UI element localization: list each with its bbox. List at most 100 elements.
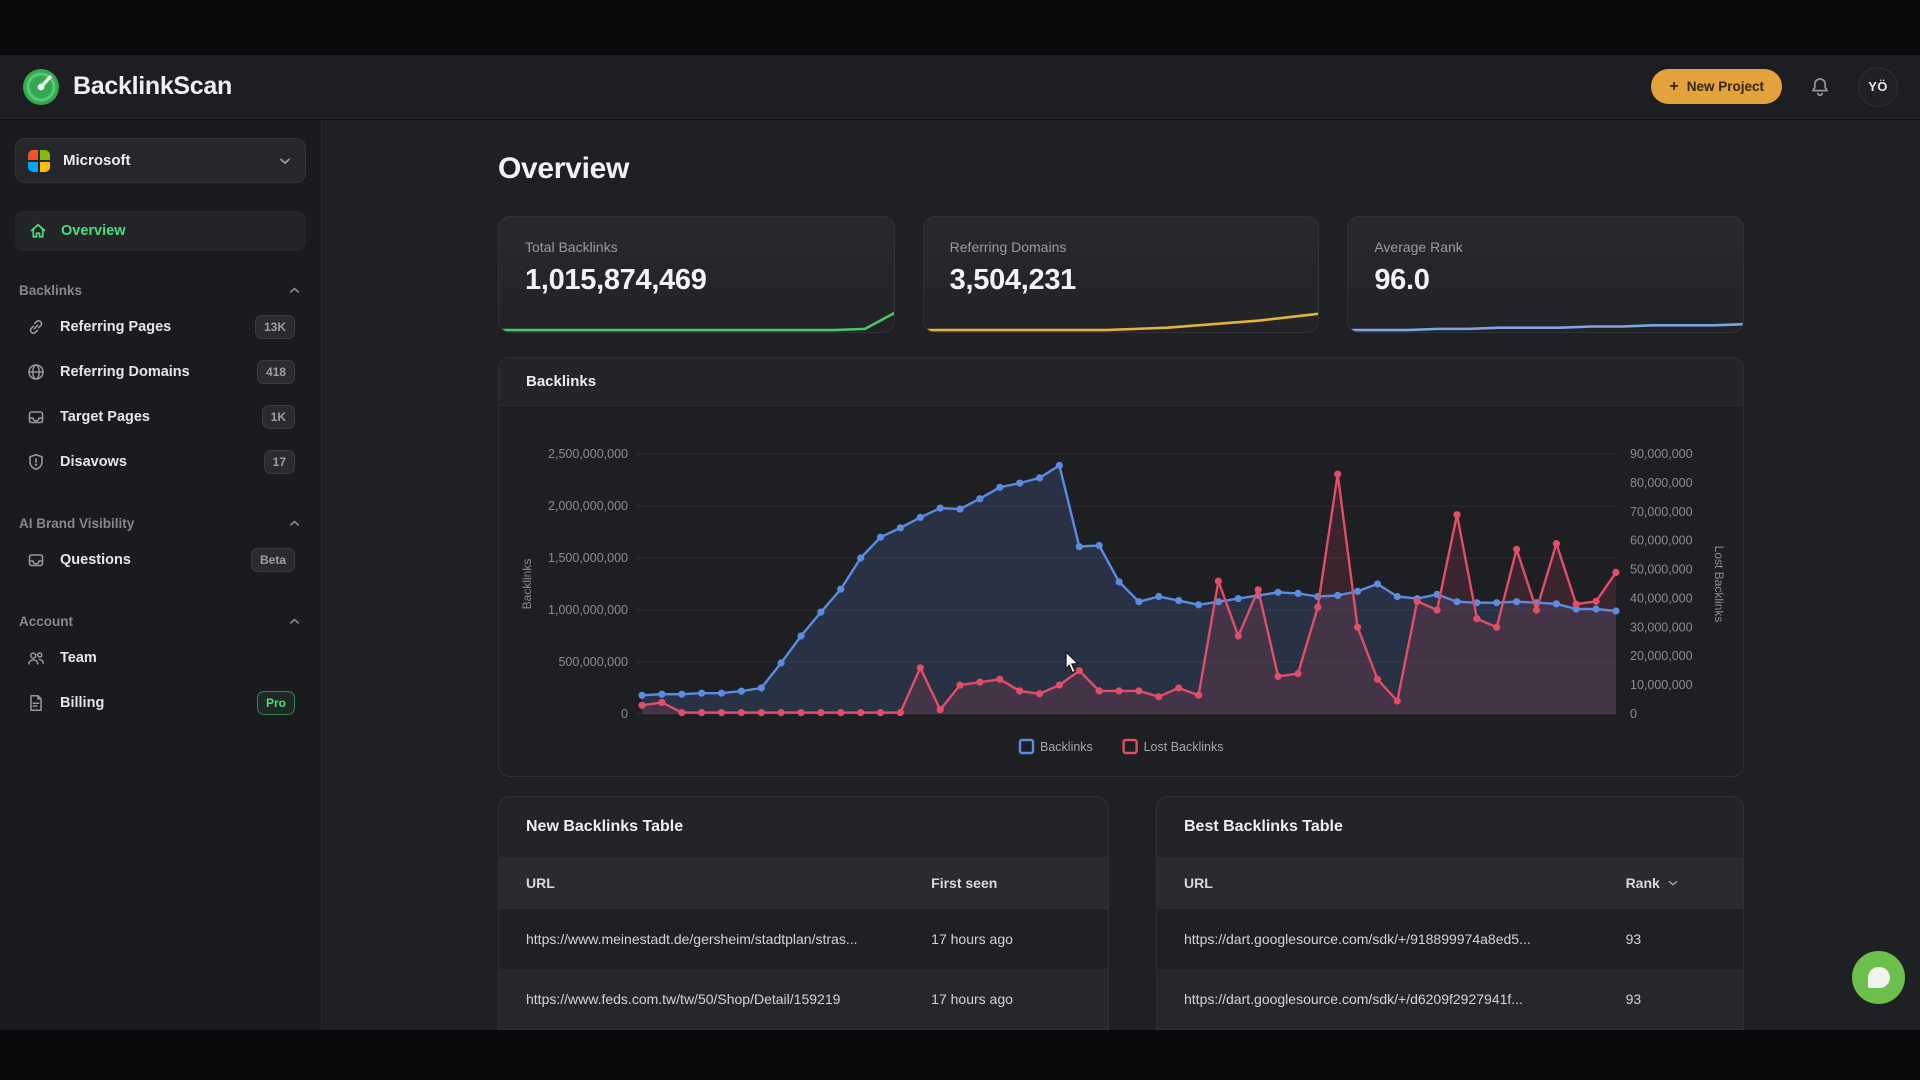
stat-value: 96.0 (1374, 264, 1717, 297)
first-seen-cell: 17 hours ago (931, 991, 1081, 1007)
plus-icon: + (1669, 78, 1678, 96)
stat-value: 1,015,874,469 (525, 264, 868, 297)
beta-badge: Beta (251, 548, 295, 572)
table-header-row: URL First seen (499, 857, 1108, 909)
svg-text:2,000,000,000: 2,000,000,000 (548, 499, 628, 513)
svg-text:20,000,000: 20,000,000 (1630, 649, 1693, 663)
chevron-up-icon (287, 283, 302, 298)
stat-card-referring-domains: Referring Domains 3,504,231 (923, 216, 1320, 333)
shield-alert-icon (26, 452, 46, 472)
svg-text:Lost Backlinks: Lost Backlinks (1144, 740, 1224, 754)
svg-text:Backlinks: Backlinks (1040, 740, 1093, 754)
chat-widget-button[interactable] (1852, 951, 1905, 1004)
svg-text:30,000,000: 30,000,000 (1630, 620, 1693, 634)
page-title: Overview (498, 152, 1744, 186)
url-cell[interactable]: https://www.meinestadt.de/gersheim/stadt… (526, 931, 931, 947)
invoice-icon (26, 693, 46, 713)
backlinkscan-app: BacklinkScan + New Project YÖ Microsoft (0, 0, 1920, 1080)
table-row[interactable]: https://dart.googlesource.com/sdk/+/9188… (1157, 909, 1743, 969)
rank-cell: 93 (1626, 991, 1716, 1007)
count-badge: 17 (264, 450, 295, 474)
brand-logo-icon (22, 68, 60, 106)
column-header-first-seen: First seen (931, 875, 1081, 891)
table-title: Best Backlinks Table (1157, 797, 1743, 857)
svg-text:40,000,000: 40,000,000 (1630, 591, 1693, 605)
count-badge: 1K (262, 405, 295, 429)
stat-card-total-backlinks: Total Backlinks 1,015,874,469 (498, 216, 895, 333)
svg-text:500,000,000: 500,000,000 (558, 655, 628, 669)
sidebar-item-referring-domains[interactable]: Referring Domains 418 (15, 349, 306, 394)
count-badge: 13K (255, 315, 295, 339)
svg-text:80,000,000: 80,000,000 (1630, 476, 1693, 490)
new-backlinks-table: New Backlinks Table URL First seen https… (498, 796, 1109, 1030)
sidebar-section-account[interactable]: Account (15, 614, 306, 629)
chat-bubble-icon (1868, 967, 1890, 988)
sidebar-item-billing[interactable]: Billing Pro (15, 680, 306, 725)
sidebar-item-overview[interactable]: Overview (15, 211, 306, 251)
bottom-letterbox (0, 1030, 1920, 1080)
stat-label: Total Backlinks (525, 239, 868, 255)
count-badge: 418 (257, 360, 295, 384)
stat-label: Referring Domains (950, 239, 1293, 255)
new-project-button[interactable]: + New Project (1651, 69, 1782, 104)
svg-text:0: 0 (1630, 707, 1637, 721)
svg-text:1,000,000,000: 1,000,000,000 (548, 603, 628, 617)
sidebar-item-questions[interactable]: Questions Beta (15, 537, 306, 582)
archive-icon (26, 407, 46, 427)
chart-card-title: Backlinks (499, 358, 1743, 406)
notifications-bell-icon[interactable] (1806, 73, 1834, 101)
sparkline-green (498, 307, 895, 333)
sidebar-item-referring-pages[interactable]: Referring Pages 13K (15, 304, 306, 349)
user-avatar[interactable]: YÖ (1858, 67, 1898, 107)
stat-label: Average Rank (1374, 239, 1717, 255)
archive-icon (26, 550, 46, 570)
sort-desc-chevron-icon (1666, 876, 1680, 890)
svg-text:90,000,000: 90,000,000 (1630, 447, 1693, 461)
url-cell[interactable]: https://dart.googlesource.com/sdk/+/9188… (1184, 931, 1626, 947)
sidebar-item-target-pages[interactable]: Target Pages 1K (15, 394, 306, 439)
svg-text:50,000,000: 50,000,000 (1630, 563, 1693, 577)
sparkline-amber (923, 307, 1320, 333)
brand-name: BacklinkScan (73, 72, 232, 101)
backlinks-chart-svg[interactable]: 0 500,000,000 1,000,000,000 1,500,000,000 2,… (499, 410, 1743, 774)
first-seen-cell: 17 hours ago (931, 931, 1081, 947)
url-cell[interactable]: https://www.feds.com.tw/tw/50/Shop/Detai… (526, 991, 931, 1007)
main-content: Overview Total Backlinks 1,015,874,469 R… (322, 120, 1920, 1030)
sidebar-section-backlinks[interactable]: Backlinks (15, 283, 306, 298)
table-row[interactable]: https://dart.googlesource.com/sdk/+/d620… (1157, 969, 1743, 1029)
table-row[interactable]: https://www.meinestadt.de/gersheim/stadt… (499, 909, 1108, 969)
svg-text:Backlinks: Backlinks (520, 559, 534, 610)
sidebar-item-team[interactable]: Team (15, 635, 306, 680)
sidebar-section-ai-brand-visibility[interactable]: AI Brand Visibility (15, 516, 306, 531)
brand: BacklinkScan (22, 68, 232, 106)
sidebar: Microsoft Overview Backlinks (0, 120, 322, 1030)
microsoft-logo-icon (28, 150, 50, 172)
pro-badge: Pro (257, 691, 295, 715)
sparkline-blue (1347, 307, 1744, 333)
table-row[interactable]: https://www.feds.com.tw/tw/50/Shop/Detai… (499, 969, 1108, 1029)
tables-row: New Backlinks Table URL First seen https… (498, 796, 1744, 1030)
svg-text:70,000,000: 70,000,000 (1630, 505, 1693, 519)
url-cell[interactable]: https://dart.googlesource.com/sdk/+/d620… (1184, 991, 1626, 1007)
column-header-url: URL (1184, 875, 1626, 891)
chevron-down-icon (277, 153, 293, 169)
team-icon (26, 648, 46, 668)
column-header-rank[interactable]: Rank (1626, 875, 1716, 891)
topbar: BacklinkScan + New Project YÖ (0, 55, 1920, 119)
chart-body: 0 500,000,000 1,000,000,000 1,500,000,000 2,… (499, 406, 1743, 776)
chevron-up-icon (287, 614, 302, 629)
chevron-up-icon (287, 516, 302, 531)
sidebar-item-disavows[interactable]: Disavows 17 (15, 439, 306, 484)
topbar-actions: + New Project YÖ (1651, 67, 1898, 107)
project-selector[interactable]: Microsoft (15, 138, 306, 183)
table-header-row: URL Rank (1157, 857, 1743, 909)
project-name: Microsoft (63, 152, 131, 169)
stat-value: 3,504,231 (950, 264, 1293, 297)
svg-text:2,500,000,000: 2,500,000,000 (548, 447, 628, 461)
best-backlinks-table: Best Backlinks Table URL Rank https://da… (1156, 796, 1744, 1030)
top-letterbox (0, 0, 1920, 55)
svg-text:1,500,000,000: 1,500,000,000 (548, 551, 628, 565)
stat-cards-row: Total Backlinks 1,015,874,469 Referring … (498, 216, 1744, 333)
globe-icon (26, 362, 46, 382)
stat-card-average-rank: Average Rank 96.0 (1347, 216, 1744, 333)
